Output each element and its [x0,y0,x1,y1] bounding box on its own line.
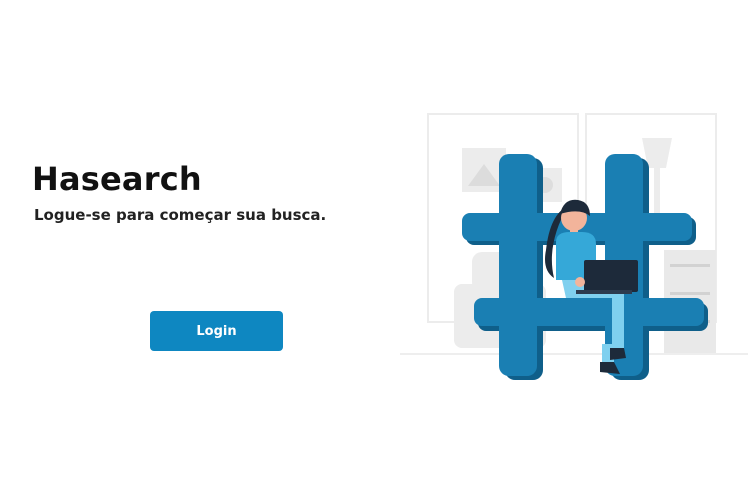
login-button[interactable]: Login [150,311,283,351]
page-subtitle: Logue-se para começar sua busca. [34,206,327,224]
page-title: Hasearch [32,160,202,198]
hashtag-illustration [400,113,748,380]
login-page: Hasearch Logue-se para começar sua busca… [0,0,748,480]
